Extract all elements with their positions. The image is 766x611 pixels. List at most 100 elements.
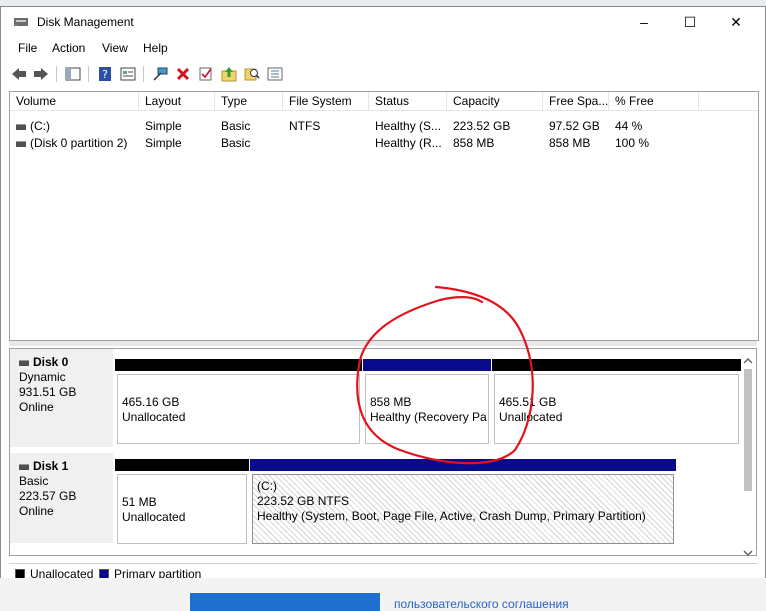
cell-file-system <box>283 135 369 152</box>
cell-layout: Simple <box>145 136 182 150</box>
list-icon[interactable] <box>266 65 284 83</box>
volume-name: (Disk 0 partition 2) <box>30 136 128 150</box>
partition-unallocated[interactable]: 465.16 GB Unallocated <box>115 359 362 447</box>
disk-state: Online <box>19 400 54 414</box>
disk-icon <box>19 359 29 366</box>
svg-text:?: ? <box>102 68 108 81</box>
delete-icon[interactable] <box>174 65 192 83</box>
volume-icon <box>16 123 26 130</box>
back-icon[interactable] <box>10 65 28 83</box>
cell-status: Healthy (R... <box>375 136 442 150</box>
disk-name: Disk 0 <box>33 355 69 369</box>
background-blue-bar <box>190 593 380 611</box>
partition-body: 51 MB Unallocated <box>117 474 247 544</box>
cell-free-space: 858 MB <box>549 136 591 150</box>
partition-unallocated[interactable]: 465.51 GB Unallocated <box>492 359 741 447</box>
menu-bar: File Action View Help <box>1 39 765 59</box>
cell-percent-free: 100 % <box>615 136 650 150</box>
column-volume[interactable]: Volume <box>10 92 139 110</box>
partition-bar <box>492 359 741 371</box>
disk-type: Basic <box>19 474 49 488</box>
cell-status: Healthy (S... <box>375 119 442 133</box>
background-link-text: пользовательского соглашения <box>394 597 569 611</box>
partition-status: Unallocated <box>122 410 186 424</box>
partition-bar <box>250 459 676 471</box>
close-button[interactable]: ✕ <box>713 7 759 37</box>
connect-icon[interactable] <box>151 65 169 83</box>
partition-size: 465.16 GB <box>122 395 180 409</box>
column-capacity[interactable]: Capacity <box>447 92 543 110</box>
partition-status: Unallocated <box>122 510 186 524</box>
partition-bar <box>115 359 362 371</box>
cell-free-space: 97.52 GB <box>549 119 600 133</box>
disk-icon <box>19 463 29 470</box>
partition-size: 858 MB <box>370 395 412 409</box>
partition-body: 858 MB Healthy (Recovery Pa <box>365 374 489 444</box>
partition-unallocated[interactable]: 51 MB Unallocated <box>115 459 249 547</box>
column-file-system[interactable]: File System <box>283 92 369 110</box>
partition-c-drive[interactable]: (C:) 223.52 GB NTFS Healthy (System, Boo… <box>250 459 676 547</box>
title-bar: Disk Management – ☐ ✕ <box>1 7 765 37</box>
help-icon[interactable]: ? <box>96 65 114 83</box>
partition-status: Unallocated <box>499 410 563 424</box>
window-title: Disk Management <box>37 15 134 29</box>
menu-file[interactable]: File <box>18 41 37 55</box>
background-page: пользовательского соглашения <box>0 578 766 611</box>
table-row[interactable]: (C:) Simple Basic NTFS Healthy (S... 223… <box>10 118 758 135</box>
cell-file-system: NTFS <box>289 119 321 133</box>
toolbar: ? <box>1 63 765 87</box>
menu-help[interactable]: Help <box>143 41 168 55</box>
cell-type: Basic <box>221 136 251 150</box>
partition-label: (C:) <box>257 479 277 493</box>
disk-type: Dynamic <box>19 370 66 384</box>
disk-management-window: Disk Management – ☐ ✕ File Action View H… <box>0 6 766 584</box>
cell-percent-free: 44 % <box>615 119 643 133</box>
table-row[interactable]: (Disk 0 partition 2) Simple Basic Health… <box>10 135 758 152</box>
menu-view[interactable]: View <box>102 41 128 55</box>
disk-state: Online <box>19 504 54 518</box>
disk-0-label[interactable]: Disk 0 Dynamic 931.51 GB Online <box>10 349 113 449</box>
volume-name: (C:) <box>30 119 50 133</box>
disk-1-label[interactable]: Disk 1 Basic 223.57 GB Online <box>10 453 113 545</box>
cell-type: Basic <box>221 119 251 133</box>
column-percent-free[interactable]: % Free <box>609 92 699 110</box>
partition-size: 51 MB <box>122 495 157 509</box>
toolbar-separator <box>88 66 89 82</box>
disk-size: 223.57 GB <box>19 489 77 503</box>
volume-list-header: Volume Layout Type File System Status Ca… <box>10 92 758 111</box>
maximize-button[interactable]: ☐ <box>667 7 713 37</box>
cell-capacity: 858 MB <box>453 136 495 150</box>
column-type[interactable]: Type <box>215 92 283 110</box>
volume-list[interactable]: Volume Layout Type File System Status Ca… <box>9 91 759 341</box>
search-icon[interactable] <box>243 65 261 83</box>
column-status[interactable]: Status <box>369 92 447 110</box>
menu-action[interactable]: Action <box>52 41 85 55</box>
console-icon[interactable] <box>64 65 82 83</box>
disk-map-scrollbar[interactable] <box>741 355 755 559</box>
pane-splitter[interactable] <box>9 341 757 346</box>
partition-size: 465.51 GB <box>499 395 557 409</box>
partition-bar <box>115 459 249 471</box>
toolbar-separator <box>56 66 57 82</box>
partition-status: Healthy (Recovery Pa <box>370 410 487 424</box>
properties-icon[interactable] <box>119 65 137 83</box>
column-free-space[interactable]: Free Spa... <box>543 92 609 110</box>
partition-body: (C:) 223.52 GB NTFS Healthy (System, Boo… <box>252 474 674 544</box>
up-icon[interactable] <box>220 65 238 83</box>
partition-body: 465.51 GB Unallocated <box>494 374 739 444</box>
toolbar-separator <box>143 66 144 82</box>
disk-size: 931.51 GB <box>19 385 77 399</box>
cell-volume: (Disk 0 partition 2) <box>10 135 139 152</box>
forward-icon[interactable] <box>32 65 50 83</box>
cell-capacity: 223.52 GB <box>453 119 511 133</box>
partition-recovery[interactable]: 858 MB Healthy (Recovery Pa <box>363 359 491 447</box>
minimize-button[interactable]: – <box>621 7 667 37</box>
partition-size: 223.52 GB NTFS <box>257 494 350 508</box>
column-layout[interactable]: Layout <box>139 92 215 110</box>
disk-management-app-icon <box>13 16 29 28</box>
cell-layout: Simple <box>145 119 182 133</box>
check-icon[interactable] <box>197 65 215 83</box>
cell-volume: (C:) <box>10 118 139 135</box>
disk-map-pane[interactable]: Disk 0 Dynamic 931.51 GB Online 465.16 G… <box>9 348 757 556</box>
partition-bar <box>363 359 491 371</box>
